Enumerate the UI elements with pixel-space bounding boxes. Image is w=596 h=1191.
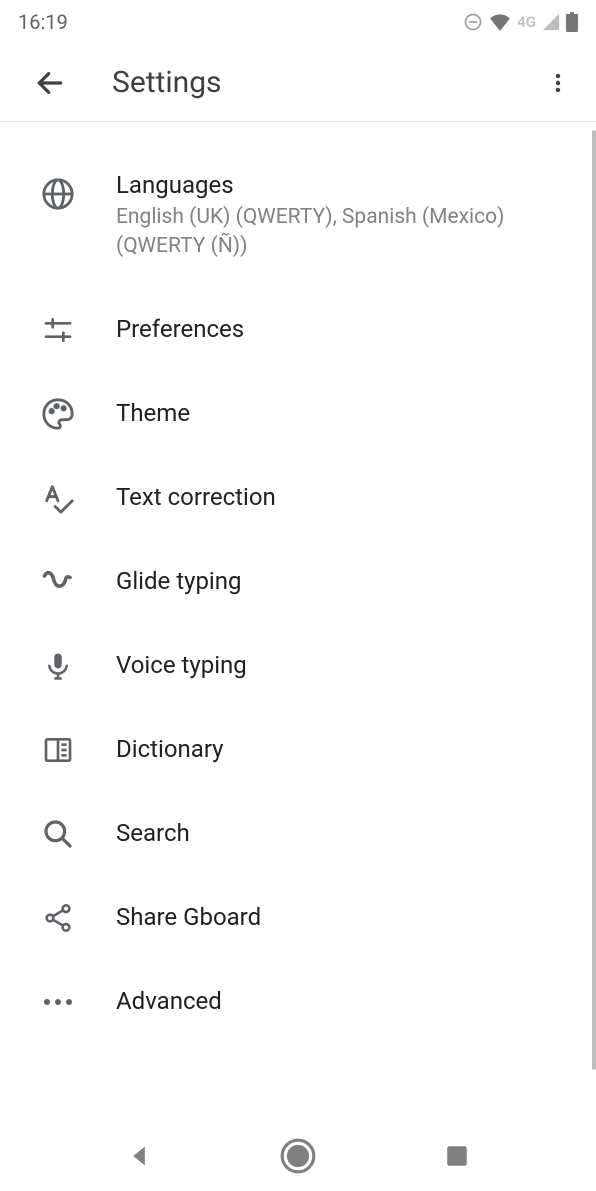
share-icon [38,898,78,938]
scroll-indicator [592,130,596,1070]
battery-icon [566,12,578,32]
settings-list: Languages English (UK) (QWERTY), Spanish… [0,122,596,1044]
settings-item-languages[interactable]: Languages English (UK) (QWERTY), Spanish… [0,142,596,288]
page-title: Settings [112,65,538,100]
globe-icon [38,174,78,214]
palette-icon [38,394,78,434]
cell-icon [542,13,560,31]
network-label: 4G [517,13,536,31]
settings-item-title: Share Gboard [116,902,261,933]
status-bar: 16:19 4G [0,0,596,44]
nav-home-button[interactable] [275,1133,321,1179]
settings-item-title: Search [116,818,190,849]
spellcheck-icon [38,478,78,518]
settings-item-search[interactable]: Search [0,792,596,876]
status-time: 16:19 [18,10,68,34]
settings-item-title: Text correction [116,482,276,513]
settings-item-theme[interactable]: Theme [0,372,596,456]
settings-item-title: Languages [116,170,576,201]
settings-item-title: Dictionary [116,734,224,765]
back-button[interactable] [30,63,70,103]
wifi-icon [489,13,511,31]
more-options-button[interactable] [538,63,578,103]
sliders-icon [38,310,78,350]
nav-recent-button[interactable] [434,1133,480,1179]
settings-item-preferences[interactable]: Preferences [0,288,596,372]
nav-back-button[interactable] [116,1133,162,1179]
search-icon [38,814,78,854]
settings-item-subtitle: English (UK) (QWERTY), Spanish (Mexico) … [116,203,576,260]
settings-item-title: Preferences [116,314,244,345]
settings-item-title: Glide typing [116,566,241,597]
settings-item-text-correction[interactable]: Text correction [0,456,596,540]
gesture-icon [38,562,78,602]
settings-item-voice-typing[interactable]: Voice typing [0,624,596,708]
settings-item-glide-typing[interactable]: Glide typing [0,540,596,624]
status-right: 4G [463,12,578,32]
app-bar: Settings [0,44,596,122]
navigation-bar [0,1121,596,1191]
mic-icon [38,646,78,686]
dots-icon [38,982,78,1022]
settings-item-share[interactable]: Share Gboard [0,876,596,960]
dnd-icon [463,12,483,32]
settings-item-advanced[interactable]: Advanced [0,960,596,1044]
settings-item-dictionary[interactable]: Dictionary [0,708,596,792]
book-icon [38,730,78,770]
settings-item-title: Advanced [116,986,222,1017]
settings-item-title: Theme [116,398,190,429]
settings-item-title: Voice typing [116,650,247,681]
